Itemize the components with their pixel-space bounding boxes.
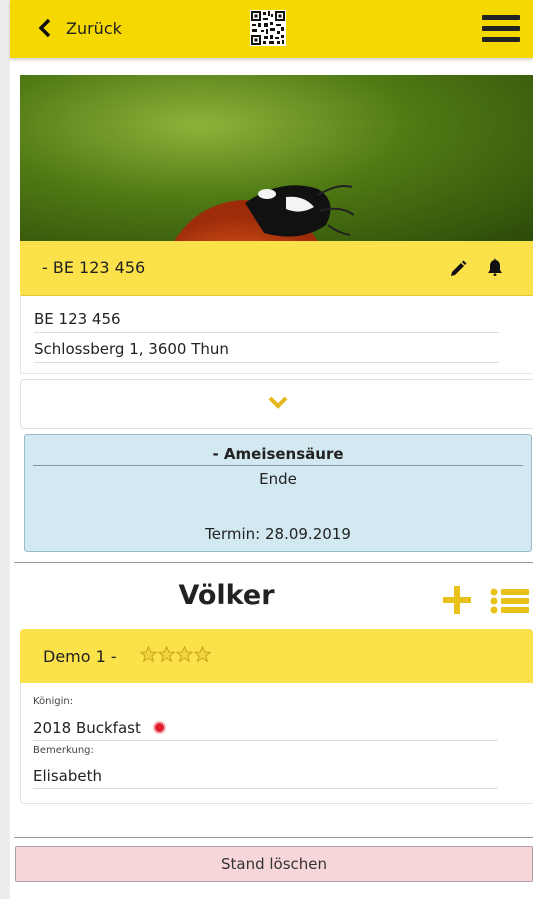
pencil-icon[interactable] [448, 259, 468, 279]
bell-icon[interactable] [486, 258, 504, 278]
star-icon [194, 646, 211, 663]
stand-number: BE 123 456 [34, 310, 499, 333]
plus-icon[interactable] [442, 585, 472, 615]
stand-info: BE 123 456 Schlossberg 1, 3600 Thun [20, 295, 533, 374]
menu-bar [482, 37, 520, 42]
treatment-date: Termin: 28.09.2019 [205, 525, 351, 543]
treatment-title: - Ameisensäure [33, 445, 523, 466]
stand-title: - BE 123 456 [42, 258, 146, 277]
back-label: Zurück [66, 18, 122, 38]
left-edge-strip [0, 0, 10, 899]
list-icon[interactable] [490, 588, 530, 614]
stand-photo [20, 75, 533, 241]
menu-bar [482, 26, 520, 31]
star-icon [176, 646, 193, 663]
section-divider [14, 562, 533, 563]
chevron-left-icon [38, 18, 51, 38]
note-value: Elisabeth [33, 767, 498, 789]
colony-details: Königin: 2018 Buckfast Bemerkung: Elisab… [20, 683, 533, 804]
star-icon [158, 646, 175, 663]
note-label: Bemerkung: [33, 745, 94, 756]
stand-address: Schlossberg 1, 3600 Thun [34, 340, 499, 363]
bottom-divider [14, 837, 533, 838]
colony-header[interactable]: Demo 1 - [20, 629, 533, 683]
treatment-card[interactable]: - Ameisensäure Ende Termin: 28.09.2019 [24, 434, 532, 552]
menu-bar [482, 15, 520, 20]
queen-value: 2018 Buckfast [33, 719, 141, 737]
queen-label: Königin: [33, 696, 74, 707]
hamburger-menu-icon[interactable] [482, 15, 520, 45]
queen-line: 2018 Buckfast [33, 719, 498, 741]
delete-stand-button[interactable]: Stand löschen [15, 846, 533, 882]
colonies-title: Völker [178, 580, 275, 611]
colony-name: Demo 1 - [43, 647, 117, 666]
treatment-status: Ende [259, 470, 297, 488]
star-icon [140, 646, 157, 663]
qr-code-icon[interactable] [250, 10, 286, 46]
ladybug-image [174, 185, 355, 241]
expand-details-button[interactable] [20, 379, 533, 429]
queen-marker-dot [154, 723, 164, 732]
stand-header[interactable]: - BE 123 456 [20, 241, 533, 296]
back-button[interactable]: Zurück [38, 18, 122, 38]
colony-rating [140, 646, 211, 663]
chevron-down-icon [268, 396, 288, 409]
top-bar: Zurück [10, 0, 533, 58]
